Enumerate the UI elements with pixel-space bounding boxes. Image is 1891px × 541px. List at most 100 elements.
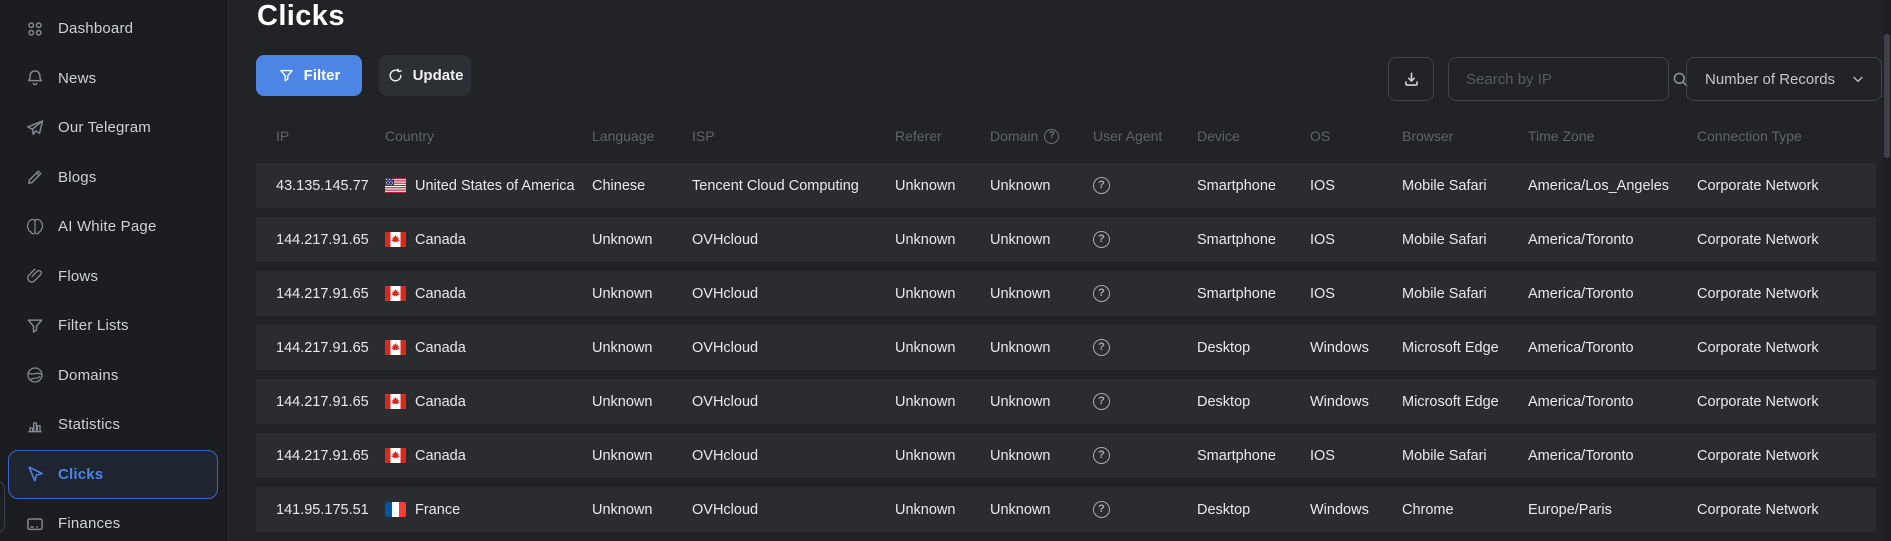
cell-connection-type: Corporate Network — [1697, 232, 1876, 248]
cell-user-agent: ? — [1093, 285, 1197, 302]
cell-language: Unknown — [592, 448, 692, 464]
table-row[interactable]: 144.217.91.65 Canada Unknown OVHcloud Un… — [256, 271, 1876, 316]
sidebar-item-domains[interactable]: Domains — [8, 351, 218, 401]
sidebar-item-label: Finances — [58, 515, 120, 532]
cell-user-agent: ? — [1093, 501, 1197, 518]
cell-language: Unknown — [592, 232, 692, 248]
table-row[interactable]: 144.217.91.65 Canada Unknown OVHcloud Un… — [256, 433, 1876, 478]
user-agent-info-icon[interactable]: ? — [1093, 177, 1110, 194]
refresh-icon — [387, 67, 404, 84]
cell-os: IOS — [1310, 178, 1402, 194]
user-agent-info-icon[interactable]: ? — [1093, 285, 1110, 302]
country-name: United States of America — [415, 178, 575, 194]
table-row[interactable]: 144.217.91.65 Canada Unknown OVHcloud Un… — [256, 325, 1876, 370]
column-header-time-zone: Time Zone — [1528, 128, 1697, 144]
column-header-browser: Browser — [1402, 128, 1528, 144]
sidebar-item-ai-white-page[interactable]: AI White Page — [8, 202, 218, 252]
cell-user-agent: ? — [1093, 447, 1197, 464]
cell-device: Smartphone — [1197, 448, 1310, 464]
cell-ip: 144.217.91.65 — [256, 340, 385, 356]
cell-ip: 144.217.91.65 — [256, 448, 385, 464]
telegram-plane-icon — [25, 118, 45, 138]
fr-flag-icon — [385, 502, 406, 517]
cell-time-zone: Europe/Paris — [1528, 502, 1697, 518]
cell-referer: Unknown — [895, 178, 990, 194]
user-agent-info-icon[interactable]: ? — [1093, 231, 1110, 248]
sidebar-item-blogs[interactable]: Blogs — [8, 153, 218, 203]
update-button[interactable]: Update — [379, 55, 471, 96]
cursor-icon — [25, 464, 45, 484]
cell-country: United States of America — [385, 178, 592, 194]
filter-button[interactable]: Filter — [256, 55, 362, 96]
cell-browser: Microsoft Edge — [1402, 340, 1528, 356]
cell-connection-type: Corporate Network — [1697, 340, 1876, 356]
column-header-isp: ISP — [692, 128, 895, 144]
export-download-button[interactable] — [1388, 57, 1434, 101]
scrollbar-thumb[interactable] — [1884, 34, 1890, 158]
search-box — [1448, 57, 1669, 101]
cell-isp: OVHcloud — [692, 340, 895, 356]
cell-isp: Tencent Cloud Computing — [692, 178, 895, 194]
cell-domain: Unknown — [990, 286, 1093, 302]
table-row[interactable]: 43.135.145.77 United States of America C… — [256, 163, 1876, 208]
cell-device: Smartphone — [1197, 232, 1310, 248]
column-header-country: Country — [385, 128, 592, 144]
records-dropdown[interactable]: Number of Records — [1686, 57, 1882, 101]
cell-user-agent: ? — [1093, 231, 1197, 248]
cell-connection-type: Corporate Network — [1697, 448, 1876, 464]
country-name: Canada — [415, 394, 466, 410]
sidebar-item-statistics[interactable]: Statistics — [8, 400, 218, 450]
ca-flag-icon — [385, 448, 406, 463]
cell-country: Canada — [385, 232, 592, 248]
cell-referer: Unknown — [895, 448, 990, 464]
bell-icon — [25, 68, 45, 88]
cell-country: Canada — [385, 340, 592, 356]
us-flag-icon — [385, 178, 406, 193]
cell-language: Chinese — [592, 178, 692, 194]
ca-flag-icon — [385, 286, 406, 301]
cell-device: Smartphone — [1197, 286, 1310, 302]
sidebar-item-label: Flows — [58, 268, 98, 285]
cell-domain: Unknown — [990, 502, 1093, 518]
table-row[interactable]: 144.217.91.65 Canada Unknown OVHcloud Un… — [256, 217, 1876, 262]
funnel-icon — [25, 316, 45, 336]
column-header-language: Language — [592, 128, 692, 144]
cell-device: Smartphone — [1197, 178, 1310, 194]
column-header-ip: IP — [256, 128, 385, 144]
vertical-scrollbar[interactable] — [1883, 0, 1891, 541]
search-input[interactable] — [1449, 58, 1671, 100]
pencil-icon — [25, 167, 45, 187]
cell-isp: OVHcloud — [692, 286, 895, 302]
sidebar-item-news[interactable]: News — [8, 54, 218, 104]
sidebar-item-flows[interactable]: Flows — [8, 252, 218, 302]
cell-isp: OVHcloud — [692, 394, 895, 410]
sidebar-item-label: AI White Page — [58, 218, 156, 235]
sidebar-item-dashboard[interactable]: Dashboard — [8, 4, 218, 54]
sidebar-item-filter-lists[interactable]: Filter Lists — [8, 301, 218, 351]
sidebar-item-our-telegram[interactable]: Our Telegram — [8, 103, 218, 153]
paperclip-icon — [25, 266, 45, 286]
download-icon — [1402, 70, 1421, 89]
cell-browser: Mobile Safari — [1402, 286, 1528, 302]
sidebar-item-label: Statistics — [58, 416, 120, 433]
records-dropdown-label: Number of Records — [1705, 71, 1835, 88]
user-agent-info-icon[interactable]: ? — [1093, 501, 1110, 518]
cell-time-zone: America/Toronto — [1528, 340, 1697, 356]
page-title: Clicks — [257, 0, 345, 33]
sidebar-item-label: Our Telegram — [58, 119, 151, 136]
sidebar-item-finances[interactable]: Finances — [8, 499, 218, 541]
cell-time-zone: America/Toronto — [1528, 232, 1697, 248]
bar-chart-icon — [25, 415, 45, 435]
table-row[interactable]: 144.217.91.65 Canada Unknown OVHcloud Un… — [256, 379, 1876, 424]
cell-country: France — [385, 502, 592, 518]
sidebar-item-label: Domains — [58, 367, 119, 384]
user-agent-info-icon[interactable]: ? — [1093, 447, 1110, 464]
sidebar-item-label: Blogs — [58, 169, 97, 186]
user-agent-info-icon[interactable]: ? — [1093, 339, 1110, 356]
domain-help-icon[interactable]: ? — [1044, 129, 1059, 144]
user-agent-info-icon[interactable]: ? — [1093, 393, 1110, 410]
cell-language: Unknown — [592, 502, 692, 518]
sidebar-item-label: Filter Lists — [58, 317, 129, 334]
table-row[interactable]: 141.95.175.51 France Unknown OVHcloud Un… — [256, 487, 1876, 532]
sidebar-item-clicks[interactable]: Clicks — [8, 450, 218, 500]
